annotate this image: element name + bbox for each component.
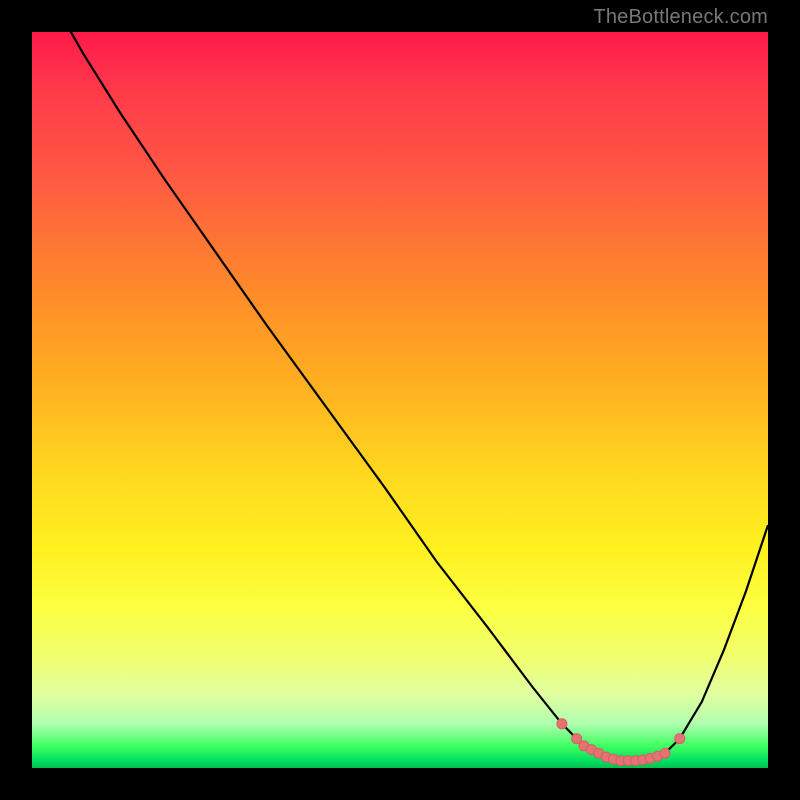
watermark-text: TheBottleneck.com <box>593 6 768 29</box>
optimal-point-dot <box>557 719 567 729</box>
chart-container: TheBottleneck.com <box>0 0 800 800</box>
optimal-point-dot <box>675 734 685 744</box>
optimal-point-dot <box>660 748 670 758</box>
curve-layer <box>32 32 768 768</box>
optimal-zone-dots <box>557 719 685 766</box>
bottleneck-curve <box>32 0 768 761</box>
